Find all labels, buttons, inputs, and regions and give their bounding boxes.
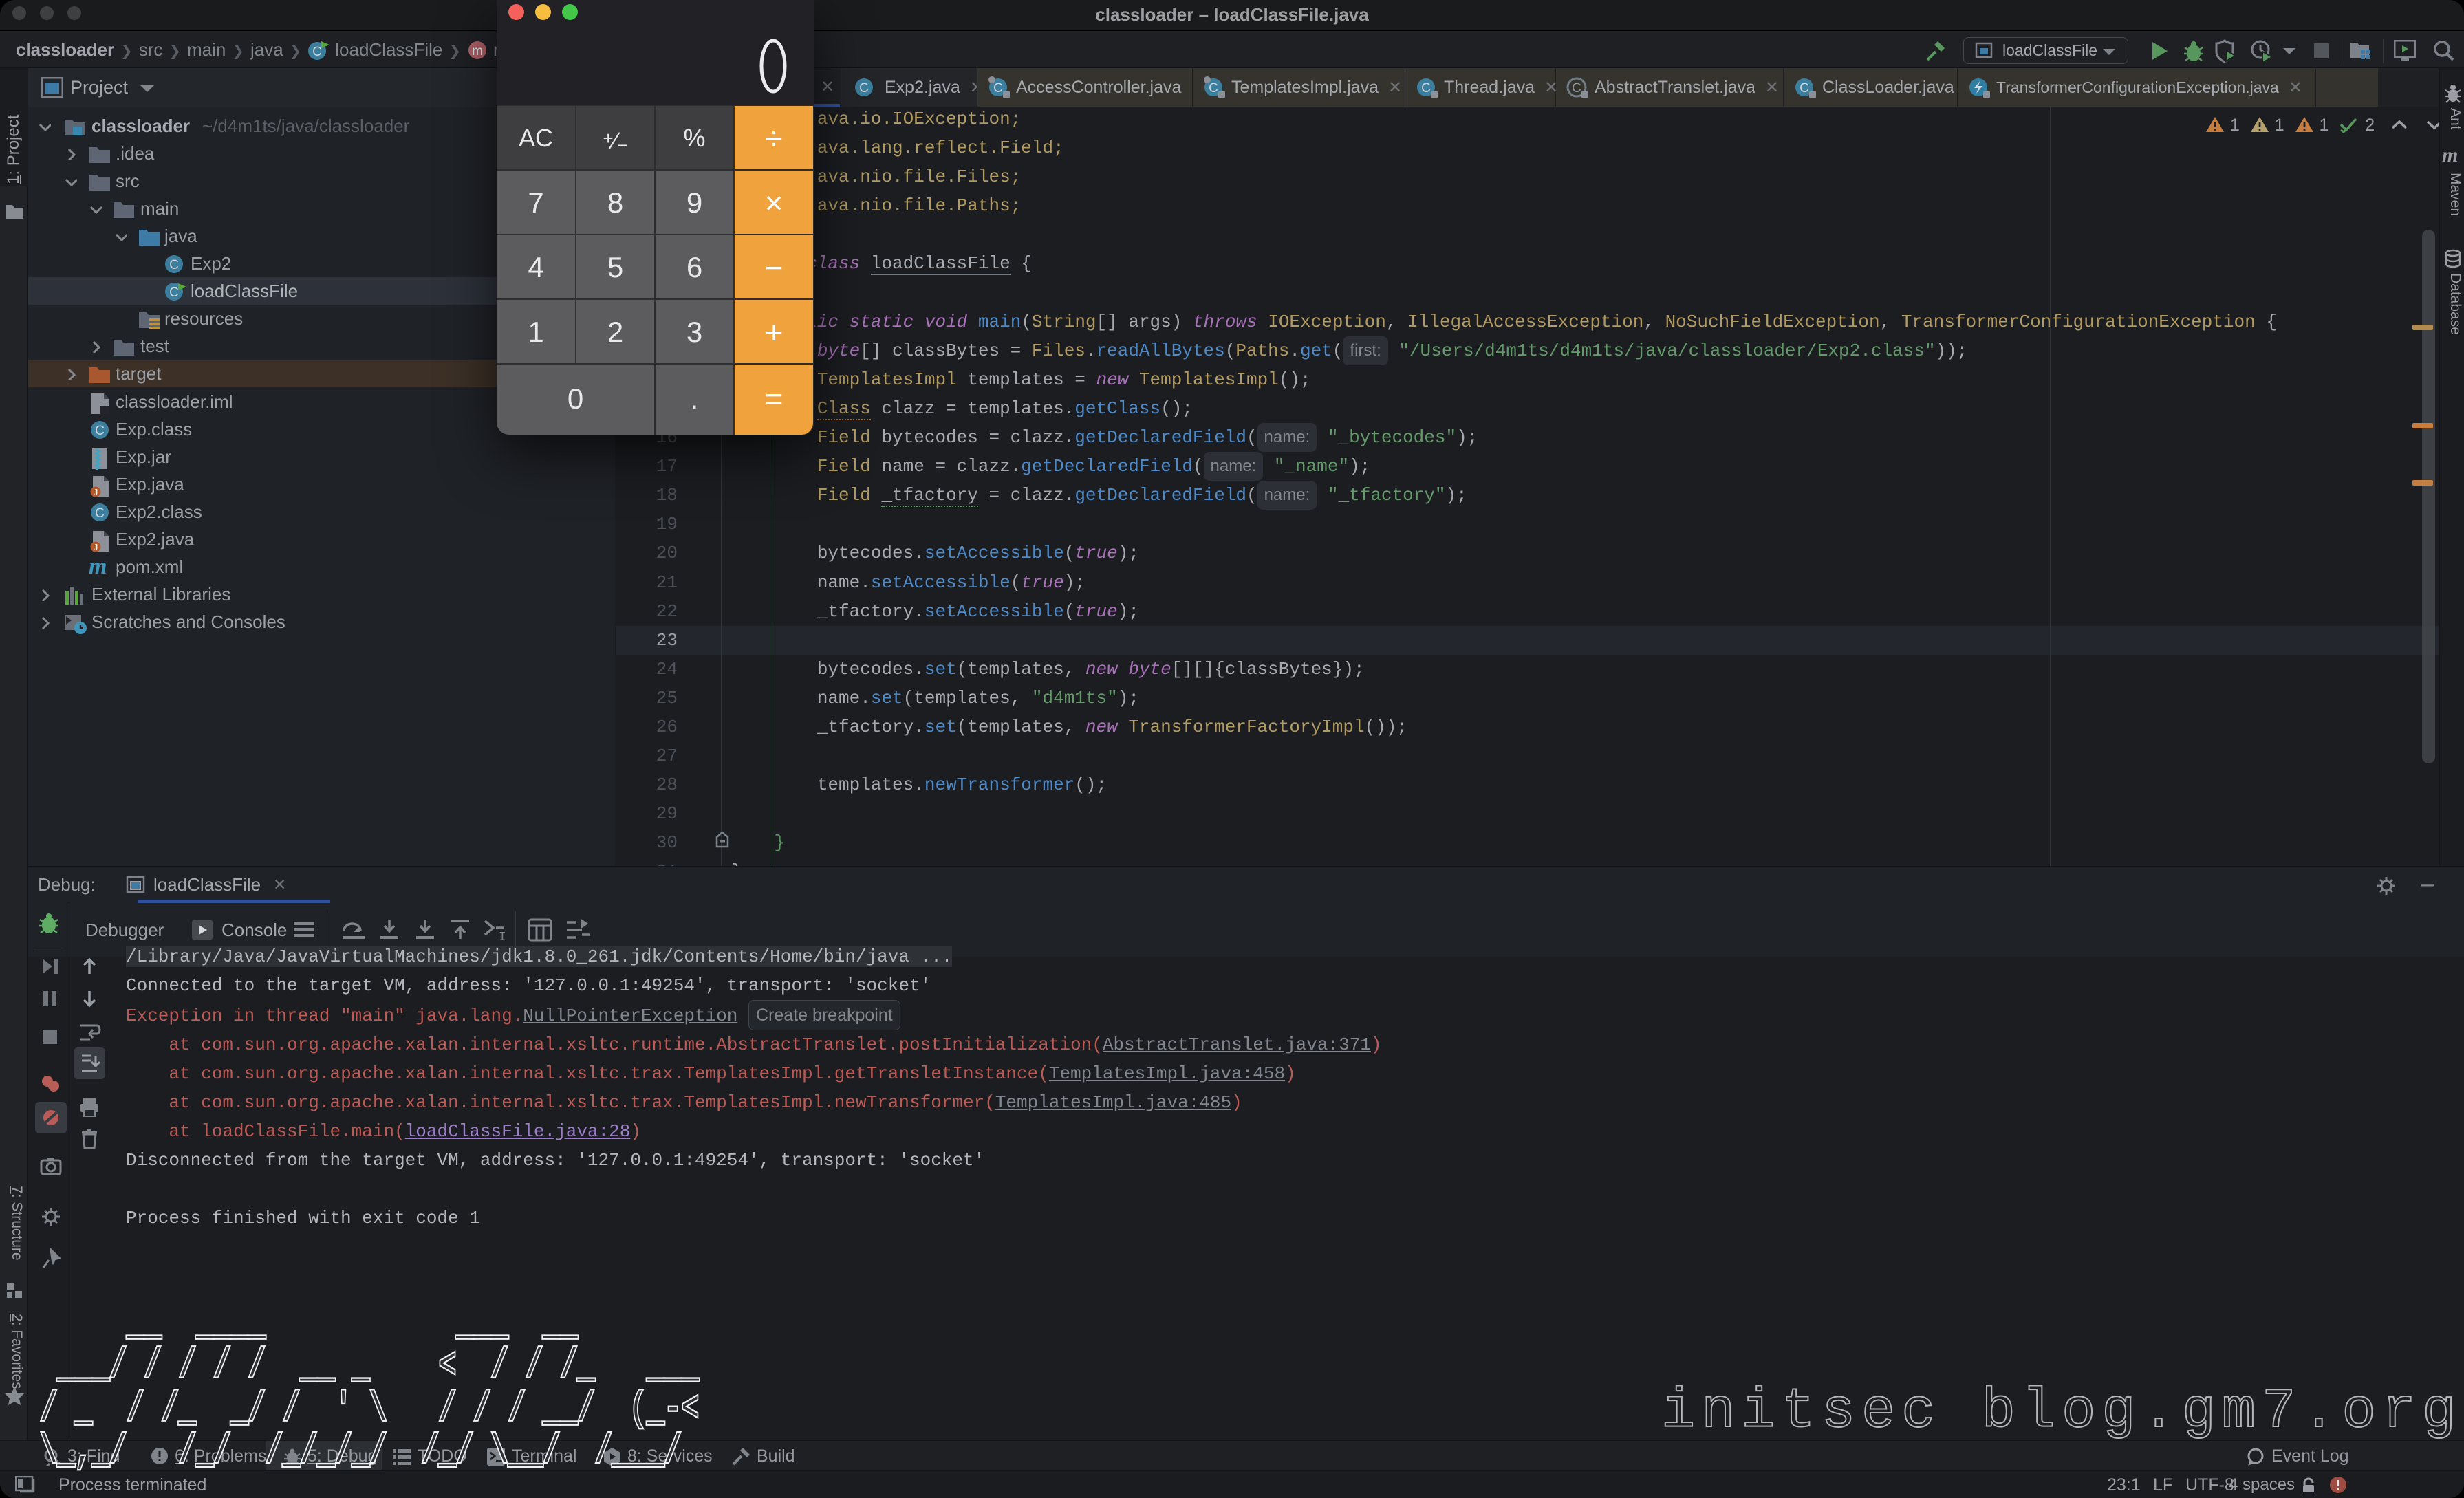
svg-text:C: C (312, 45, 322, 59)
svg-text:C: C (1572, 81, 1581, 96)
svg-text:J: J (94, 487, 98, 497)
svg-text:I: I (499, 931, 506, 942)
svg-text:C: C (1209, 81, 1218, 96)
svg-text:C: C (993, 81, 1003, 96)
svg-text:C: C (1421, 81, 1431, 96)
svg-text:C: C (169, 258, 179, 272)
svg-text:C: C (95, 506, 105, 521)
svg-text:C: C (95, 424, 105, 438)
svg-text:C: C (1800, 81, 1809, 96)
svg-text:J: J (94, 542, 98, 552)
svg-text:C: C (859, 81, 869, 96)
svg-text:C: C (169, 285, 179, 300)
svg-text:m: m (472, 44, 483, 58)
